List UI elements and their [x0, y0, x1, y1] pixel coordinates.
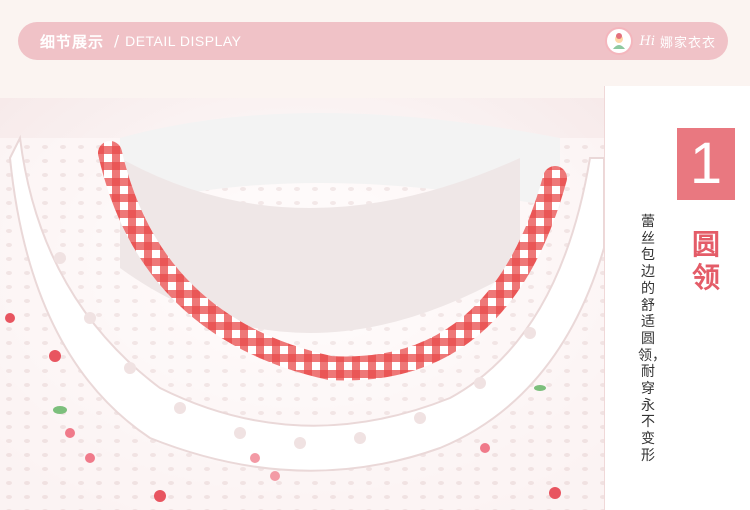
brand-hi: Hi — [639, 33, 655, 49]
title-separator: / — [114, 32, 120, 50]
header-bar: 细节展示 / DETAIL DISPLAY Hi 娜家衣衣 — [18, 22, 728, 60]
section-title-cn: 细节展示 — [40, 32, 105, 51]
brand-name: 娜家衣衣 — [659, 35, 716, 51]
brand-logo-icon — [605, 27, 634, 55]
detail-info-panel: 1 圆领 蕾丝包边的舒适圆领，耐穿永不变形 — [604, 86, 750, 510]
product-detail-photo — [0, 98, 604, 510]
detail-number-badge: 1 — [677, 128, 735, 200]
feature-description: 蕾丝包边的舒适圆领，耐穿永不变形 — [638, 214, 666, 464]
section-title-en: DETAIL DISPLAY — [125, 33, 242, 49]
brand-logo-group[interactable]: Hi 娜家衣衣 — [605, 25, 716, 57]
feature-title: 圆领 — [691, 228, 720, 294]
